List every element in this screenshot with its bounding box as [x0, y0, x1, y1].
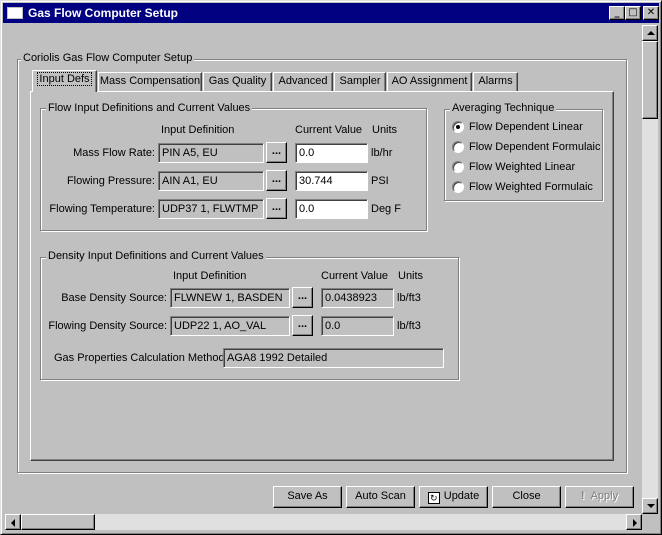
- auto-scan-label: Auto Scan: [355, 490, 406, 502]
- flowing-pressure-label: Flowing Pressure:: [66, 175, 155, 187]
- window-title: Gas Flow Computer Setup: [28, 6, 179, 20]
- mass-flow-rate-definition: PIN A5, EU: [158, 143, 264, 163]
- flowing-pressure-definition: AIN A1, EU: [158, 171, 264, 191]
- tab-sampler-label: Sampler: [339, 75, 381, 87]
- tab-gas-quality[interactable]: Gas Quality: [203, 72, 272, 91]
- radio-label: Flow Weighted Formulaic: [469, 181, 593, 193]
- density-col-input-definition: Input Definition: [173, 270, 247, 282]
- exclamation-icon: !: [580, 490, 585, 502]
- coriolis-setup-legend: Coriolis Gas Flow Computer Setup: [21, 52, 195, 64]
- arrow-left-icon: [11, 519, 15, 527]
- minimize-button[interactable]: _: [609, 6, 625, 20]
- radio-flow-dependent-linear[interactable]: Flow Dependent Linear: [452, 120, 598, 136]
- scrollbar-corner: [642, 514, 658, 530]
- mass-flow-rate-value-input[interactable]: 0.0: [295, 143, 368, 163]
- title-bar[interactable]: Gas Flow Computer Setup _ □ ✕: [3, 3, 659, 23]
- scroll-up-button[interactable]: [642, 25, 658, 41]
- horizontal-scrollbar[interactable]: [5, 514, 642, 530]
- mass-flow-rate-units: lb/hr: [371, 147, 393, 159]
- close-label: Close: [512, 490, 541, 502]
- close-button[interactable]: Close: [492, 486, 561, 508]
- gas-properties-method-value: AGA8 1992 Detailed: [223, 348, 444, 368]
- flowing-density-source-definition: UDP22 1, AO_VAL: [170, 316, 290, 336]
- tab-ao-assignment[interactable]: AO Assignment: [387, 72, 472, 91]
- apply-label: Apply: [590, 490, 619, 502]
- arrow-up-icon: [647, 31, 655, 35]
- flowing-density-source-label: Flowing Density Source:: [48, 320, 167, 332]
- update-label: Update: [443, 490, 480, 502]
- tab-input-defs[interactable]: Input Defs: [32, 70, 97, 92]
- flowing-temperature-definition: UDP37 1, FLWTMP: [158, 199, 264, 219]
- density-col-units: Units: [398, 270, 424, 282]
- scroll-right-button[interactable]: [626, 514, 642, 530]
- flowing-temperature-browse-button[interactable]: ...: [266, 198, 287, 219]
- density-input-legend: Density Input Definitions and Current Va…: [46, 250, 266, 262]
- tab-mass-compensation[interactable]: Mass Compensation: [98, 72, 202, 91]
- tab-gas-quality-label: Gas Quality: [208, 75, 267, 87]
- base-density-value: 0.0438923: [321, 288, 394, 308]
- tab-input-defs-label: Input Defs: [37, 72, 92, 86]
- base-density-source-label: Base Density Source:: [61, 292, 167, 304]
- flowing-temperature-value-input[interactable]: 0.0: [295, 199, 368, 219]
- close-window-button[interactable]: ✕: [643, 6, 659, 20]
- flowing-density-browse-button[interactable]: ...: [292, 315, 313, 336]
- flow-input-legend: Flow Input Definitions and Current Value…: [46, 102, 253, 114]
- tab-alarms-label: Alarms: [478, 75, 513, 87]
- gas-properties-method-label: Gas Properties Calculation Method:: [54, 352, 228, 364]
- tab-mass-compensation-label: Mass Compensation: [99, 75, 201, 87]
- flow-col-current-value: Current Value: [295, 124, 363, 136]
- gas-flow-computer-setup-window: Gas Flow Computer Setup _ □ ✕ Coriolis G…: [0, 0, 662, 535]
- averaging-technique-legend: Averaging Technique: [450, 102, 557, 114]
- tab-alarms[interactable]: Alarms: [473, 72, 518, 91]
- arrow-right-icon: [633, 519, 637, 527]
- tab-sampler[interactable]: Sampler: [334, 72, 386, 91]
- base-density-browse-button[interactable]: ...: [292, 287, 313, 308]
- radio-flow-dependent-formulaic[interactable]: Flow Dependent Formulaic: [452, 140, 601, 156]
- radio-button-icon: [452, 121, 464, 133]
- arrow-down-icon: [647, 504, 655, 508]
- flowing-density-value: 0.0: [321, 316, 394, 336]
- scroll-left-button[interactable]: [5, 514, 21, 530]
- horizontal-scroll-thumb[interactable]: [21, 514, 95, 530]
- save-as-label: Save As: [287, 490, 328, 502]
- vertical-scroll-thumb[interactable]: [642, 41, 658, 119]
- tab-advanced[interactable]: Advanced: [273, 72, 333, 91]
- flowing-density-units: lb/ft3: [397, 320, 421, 332]
- flowing-temperature-units: Deg F: [371, 203, 401, 215]
- base-density-units: lb/ft3: [397, 292, 421, 304]
- flowing-pressure-value-input[interactable]: 30.744: [295, 171, 368, 191]
- refresh-icon: ↻: [427, 492, 440, 504]
- update-button[interactable]: ↻ Update: [419, 486, 488, 508]
- radio-label: Flow Dependent Formulaic: [469, 141, 601, 153]
- density-col-current-value: Current Value: [321, 270, 389, 282]
- flow-col-units: Units: [372, 124, 398, 136]
- vertical-scrollbar[interactable]: [642, 25, 658, 514]
- tab-advanced-label: Advanced: [278, 75, 328, 87]
- radio-button-icon: [452, 141, 464, 153]
- flow-col-input-definition: Input Definition: [161, 124, 235, 136]
- scroll-down-button[interactable]: [642, 498, 658, 514]
- flowing-temperature-label: Flowing Temperature:: [49, 203, 155, 215]
- radio-label: Flow Weighted Linear: [469, 161, 576, 173]
- flowing-pressure-units: PSI: [371, 175, 389, 187]
- radio-flow-weighted-linear[interactable]: Flow Weighted Linear: [452, 160, 598, 176]
- apply-button[interactable]: ! Apply: [565, 486, 634, 508]
- mass-flow-rate-label: Mass Flow Rate:: [73, 147, 155, 159]
- window-icon: [7, 7, 23, 19]
- radio-label: Flow Dependent Linear: [469, 121, 583, 133]
- tab-ao-assignment-label: AO Assignment: [391, 75, 468, 87]
- radio-flow-weighted-formulaic[interactable]: Flow Weighted Formulaic: [452, 180, 598, 196]
- flowing-pressure-browse-button[interactable]: ...: [266, 170, 287, 191]
- mass-flow-rate-browse-button[interactable]: ...: [266, 142, 287, 163]
- save-as-button[interactable]: Save As: [273, 486, 342, 508]
- maximize-button[interactable]: □: [625, 6, 641, 20]
- base-density-source-definition: FLWNEW 1, BASDEN: [170, 288, 290, 308]
- radio-button-icon: [452, 161, 464, 173]
- radio-button-icon: [452, 181, 464, 193]
- auto-scan-button[interactable]: Auto Scan: [346, 486, 415, 508]
